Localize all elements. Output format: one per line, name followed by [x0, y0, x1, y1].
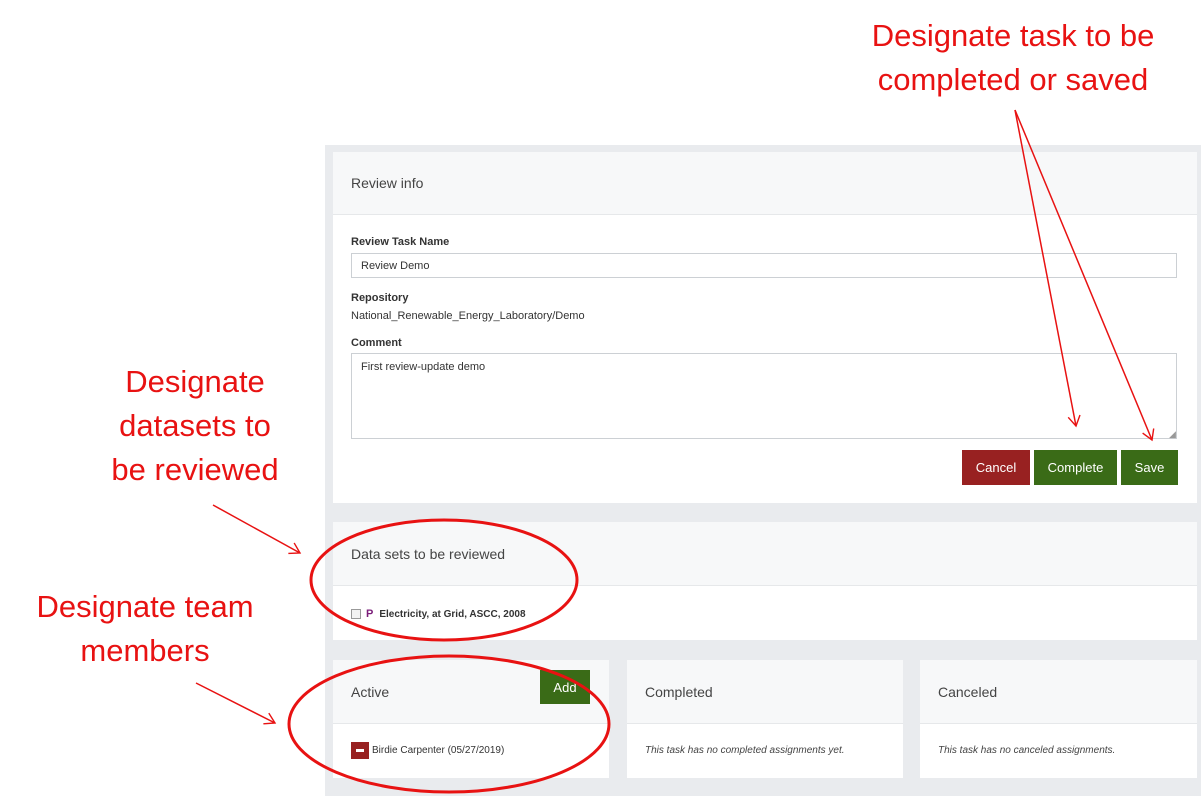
- active-members-card: Active Add Birdie Carpenter (05/27/2019): [333, 660, 609, 778]
- annotation-task-complete: Designate task to be completed or saved: [846, 14, 1180, 102]
- save-button[interactable]: Save: [1121, 450, 1178, 485]
- comment-label: Comment: [351, 337, 402, 349]
- datasets-title: Data sets to be reviewed: [351, 546, 506, 562]
- canceled-members-card: Canceled This task has no canceled assig…: [920, 660, 1197, 778]
- dataset-checkbox[interactable]: [351, 609, 361, 619]
- arrow-to-members: [195, 682, 277, 725]
- canceled-header: Canceled: [920, 660, 1197, 724]
- review-info-header: Review info: [333, 152, 1197, 215]
- member-list-item: Birdie Carpenter (05/27/2019): [351, 742, 504, 759]
- active-header: Active Add: [333, 660, 609, 724]
- annotation-line: be reviewed: [111, 452, 279, 487]
- annotation-line: Designate team: [36, 589, 254, 624]
- cancel-button[interactable]: Cancel: [962, 450, 1030, 485]
- completed-title: Completed: [645, 684, 713, 700]
- complete-button[interactable]: Complete: [1034, 450, 1117, 485]
- textarea-resize-handle[interactable]: ◢: [1169, 429, 1176, 440]
- completed-empty-text: This task has no completed assignments y…: [645, 745, 845, 756]
- active-title: Active: [351, 684, 390, 700]
- task-name-label: Review Task Name: [351, 236, 450, 248]
- annotation-line: completed or saved: [877, 62, 1149, 97]
- canceled-empty-text: This task has no canceled assignments.: [938, 745, 1116, 756]
- review-info-card: Review info Review Task Name Review Demo…: [333, 152, 1197, 503]
- datasets-card: Data sets to be reviewed P Electricity, …: [333, 522, 1197, 640]
- task-name-input[interactable]: Review Demo: [351, 253, 1177, 278]
- comment-textarea[interactable]: First review-update demo: [351, 353, 1177, 439]
- member-name: Birdie Carpenter (05/27/2019): [372, 745, 505, 756]
- completed-members-card: Completed This task has no completed ass…: [627, 660, 903, 778]
- process-badge-icon: P: [366, 608, 374, 620]
- remove-member-icon[interactable]: [351, 742, 369, 759]
- add-member-button[interactable]: Add: [540, 670, 590, 704]
- repository-label: Repository: [351, 292, 409, 304]
- datasets-header: Data sets to be reviewed: [333, 522, 1197, 586]
- review-info-title: Review info: [351, 175, 424, 191]
- canceled-title: Canceled: [938, 684, 998, 700]
- annotation-line: members: [80, 633, 210, 668]
- completed-header: Completed: [627, 660, 903, 724]
- arrow-to-datasets: [212, 504, 302, 555]
- annotation-team-members: Designate team members: [10, 585, 280, 673]
- annotation-line: datasets to: [119, 408, 271, 443]
- dataset-name-link[interactable]: Electricity, at Grid, ASCC, 2008: [379, 609, 525, 620]
- annotation-line: Designate: [125, 364, 265, 399]
- annotation-line: Designate task to be: [871, 18, 1155, 53]
- repository-value: National_Renewable_Energy_Laboratory/Dem…: [351, 310, 585, 322]
- annotation-datasets: Designate datasets to be reviewed: [80, 360, 310, 492]
- dataset-item: P Electricity, at Grid, ASCC, 2008: [351, 608, 526, 620]
